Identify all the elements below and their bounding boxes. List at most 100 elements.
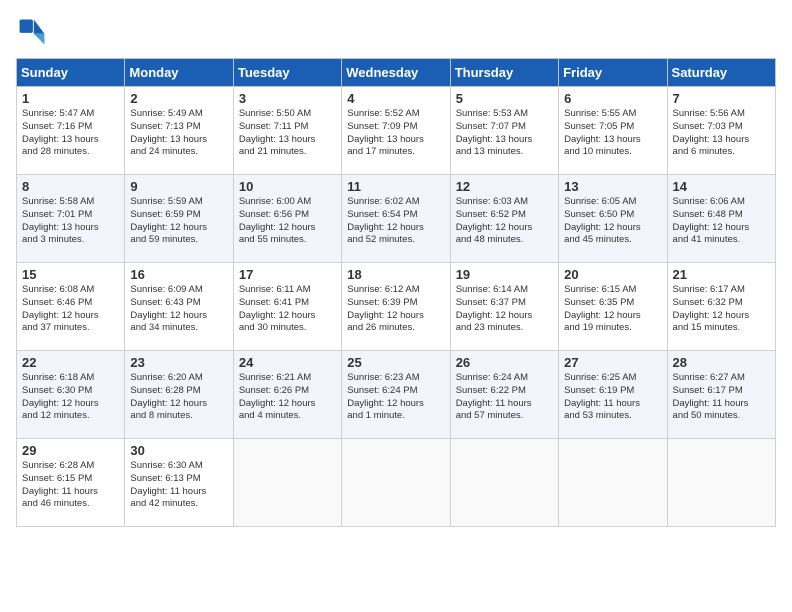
- cell-daylight-info: Sunrise: 6:15 AMSunset: 6:35 PMDaylight:…: [564, 284, 661, 335]
- cell-daylight-info: Sunrise: 6:17 AMSunset: 6:32 PMDaylight:…: [673, 284, 770, 335]
- day-number: 10: [239, 179, 336, 194]
- calendar-cell: 7 Sunrise: 5:56 AMSunset: 7:03 PMDaylight…: [667, 87, 775, 175]
- calendar-cell: 1 Sunrise: 5:47 AMSunset: 7:16 PMDaylight…: [17, 87, 125, 175]
- calendar-week-4: 29 Sunrise: 6:28 AMSunset: 6:15 PMDayligh…: [17, 439, 776, 527]
- cell-daylight-info: Sunrise: 6:05 AMSunset: 6:50 PMDaylight:…: [564, 196, 661, 247]
- cell-daylight-info: Sunrise: 6:23 AMSunset: 6:24 PMDaylight:…: [347, 372, 444, 423]
- day-number: 20: [564, 267, 661, 282]
- calendar-cell: 17 Sunrise: 6:11 AMSunset: 6:41 PMDayligh…: [233, 263, 341, 351]
- cell-daylight-info: Sunrise: 6:00 AMSunset: 6:56 PMDaylight:…: [239, 196, 336, 247]
- day-number: 8: [22, 179, 119, 194]
- day-number: 27: [564, 355, 661, 370]
- calendar-cell: 6 Sunrise: 5:55 AMSunset: 7:05 PMDaylight…: [559, 87, 667, 175]
- day-number: 2: [130, 91, 227, 106]
- cell-daylight-info: Sunrise: 5:47 AMSunset: 7:16 PMDaylight:…: [22, 108, 119, 159]
- cell-daylight-info: Sunrise: 6:21 AMSunset: 6:26 PMDaylight:…: [239, 372, 336, 423]
- day-header-wednesday: Wednesday: [342, 59, 450, 87]
- day-number: 5: [456, 91, 553, 106]
- day-number: 12: [456, 179, 553, 194]
- calendar-cell: 21 Sunrise: 6:17 AMSunset: 6:32 PMDayligh…: [667, 263, 775, 351]
- calendar-cell: [450, 439, 558, 527]
- day-number: 19: [456, 267, 553, 282]
- day-number: 6: [564, 91, 661, 106]
- calendar-cell: [667, 439, 775, 527]
- day-number: 4: [347, 91, 444, 106]
- calendar-cell: 27 Sunrise: 6:25 AMSunset: 6:19 PMDayligh…: [559, 351, 667, 439]
- day-header-saturday: Saturday: [667, 59, 775, 87]
- logo: [16, 16, 52, 48]
- calendar-cell: 3 Sunrise: 5:50 AMSunset: 7:11 PMDaylight…: [233, 87, 341, 175]
- day-number: 30: [130, 443, 227, 458]
- calendar-cell: 4 Sunrise: 5:52 AMSunset: 7:09 PMDaylight…: [342, 87, 450, 175]
- cell-daylight-info: Sunrise: 6:11 AMSunset: 6:41 PMDaylight:…: [239, 284, 336, 335]
- cell-daylight-info: Sunrise: 6:28 AMSunset: 6:15 PMDaylight:…: [22, 460, 119, 511]
- logo-icon: [16, 16, 48, 48]
- calendar-cell: 2 Sunrise: 5:49 AMSunset: 7:13 PMDaylight…: [125, 87, 233, 175]
- calendar-body: 1 Sunrise: 5:47 AMSunset: 7:16 PMDaylight…: [17, 87, 776, 527]
- calendar-header-row: SundayMondayTuesdayWednesdayThursdayFrid…: [17, 59, 776, 87]
- day-header-sunday: Sunday: [17, 59, 125, 87]
- day-number: 1: [22, 91, 119, 106]
- cell-daylight-info: Sunrise: 6:12 AMSunset: 6:39 PMDaylight:…: [347, 284, 444, 335]
- calendar-cell: 5 Sunrise: 5:53 AMSunset: 7:07 PMDaylight…: [450, 87, 558, 175]
- day-number: 26: [456, 355, 553, 370]
- day-number: 29: [22, 443, 119, 458]
- day-number: 28: [673, 355, 770, 370]
- cell-daylight-info: Sunrise: 5:59 AMSunset: 6:59 PMDaylight:…: [130, 196, 227, 247]
- calendar-cell: 10 Sunrise: 6:00 AMSunset: 6:56 PMDayligh…: [233, 175, 341, 263]
- cell-daylight-info: Sunrise: 6:14 AMSunset: 6:37 PMDaylight:…: [456, 284, 553, 335]
- day-number: 21: [673, 267, 770, 282]
- day-number: 14: [673, 179, 770, 194]
- calendar-cell: 16 Sunrise: 6:09 AMSunset: 6:43 PMDayligh…: [125, 263, 233, 351]
- calendar-cell: 22Sunrise: 6:18 AMSunset: 6:30 PMDayligh…: [17, 351, 125, 439]
- cell-daylight-info: Sunrise: 5:50 AMSunset: 7:11 PMDaylight:…: [239, 108, 336, 159]
- calendar-cell: 8 Sunrise: 5:58 AMSunset: 7:01 PMDaylight…: [17, 175, 125, 263]
- day-number: 7: [673, 91, 770, 106]
- cell-daylight-info: Sunrise: 5:53 AMSunset: 7:07 PMDaylight:…: [456, 108, 553, 159]
- calendar-cell: 24 Sunrise: 6:21 AMSunset: 6:26 PMDayligh…: [233, 351, 341, 439]
- calendar-cell: 26 Sunrise: 6:24 AMSunset: 6:22 PMDayligh…: [450, 351, 558, 439]
- cell-daylight-info: Sunrise: 5:58 AMSunset: 7:01 PMDaylight:…: [22, 196, 119, 247]
- day-number: 16: [130, 267, 227, 282]
- calendar-cell: 12 Sunrise: 6:03 AMSunset: 6:52 PMDayligh…: [450, 175, 558, 263]
- day-number: 23: [130, 355, 227, 370]
- cell-daylight-info: Sunrise: 6:02 AMSunset: 6:54 PMDaylight:…: [347, 196, 444, 247]
- cell-daylight-info: Sunrise: 5:55 AMSunset: 7:05 PMDaylight:…: [564, 108, 661, 159]
- calendar-cell: 19 Sunrise: 6:14 AMSunset: 6:37 PMDayligh…: [450, 263, 558, 351]
- calendar-cell: 11Sunrise: 6:02 AMSunset: 6:54 PMDayligh…: [342, 175, 450, 263]
- day-number: 24: [239, 355, 336, 370]
- calendar-cell: 15 Sunrise: 6:08 AMSunset: 6:46 PMDayligh…: [17, 263, 125, 351]
- calendar-week-3: 22Sunrise: 6:18 AMSunset: 6:30 PMDayligh…: [17, 351, 776, 439]
- cell-daylight-info: Sunrise: 6:09 AMSunset: 6:43 PMDaylight:…: [130, 284, 227, 335]
- calendar-cell: 9Sunrise: 5:59 AMSunset: 6:59 PMDaylight…: [125, 175, 233, 263]
- calendar-cell: [233, 439, 341, 527]
- calendar-cell: 28Sunrise: 6:27 AMSunset: 6:17 PMDayligh…: [667, 351, 775, 439]
- calendar-cell: 18 Sunrise: 6:12 AMSunset: 6:39 PMDayligh…: [342, 263, 450, 351]
- day-number: 15: [22, 267, 119, 282]
- calendar-cell: 13 Sunrise: 6:05 AMSunset: 6:50 PMDayligh…: [559, 175, 667, 263]
- day-number: 3: [239, 91, 336, 106]
- cell-daylight-info: Sunrise: 6:08 AMSunset: 6:46 PMDaylight:…: [22, 284, 119, 335]
- page-header: [16, 16, 776, 48]
- day-number: 18: [347, 267, 444, 282]
- cell-daylight-info: Sunrise: 5:56 AMSunset: 7:03 PMDaylight:…: [673, 108, 770, 159]
- calendar-week-2: 15 Sunrise: 6:08 AMSunset: 6:46 PMDayligh…: [17, 263, 776, 351]
- calendar-week-1: 8 Sunrise: 5:58 AMSunset: 7:01 PMDaylight…: [17, 175, 776, 263]
- calendar-cell: 14 Sunrise: 6:06 AMSunset: 6:48 PMDayligh…: [667, 175, 775, 263]
- calendar-week-0: 1 Sunrise: 5:47 AMSunset: 7:16 PMDaylight…: [17, 87, 776, 175]
- cell-daylight-info: Sunrise: 6:20 AMSunset: 6:28 PMDaylight:…: [130, 372, 227, 423]
- cell-daylight-info: Sunrise: 6:24 AMSunset: 6:22 PMDaylight:…: [456, 372, 553, 423]
- calendar-cell: 25 Sunrise: 6:23 AMSunset: 6:24 PMDayligh…: [342, 351, 450, 439]
- day-number: 17: [239, 267, 336, 282]
- cell-daylight-info: Sunrise: 6:03 AMSunset: 6:52 PMDaylight:…: [456, 196, 553, 247]
- cell-daylight-info: Sunrise: 5:49 AMSunset: 7:13 PMDaylight:…: [130, 108, 227, 159]
- cell-daylight-info: Sunrise: 6:06 AMSunset: 6:48 PMDaylight:…: [673, 196, 770, 247]
- day-number: 13: [564, 179, 661, 194]
- calendar-cell: 20 Sunrise: 6:15 AMSunset: 6:35 PMDayligh…: [559, 263, 667, 351]
- calendar-table: SundayMondayTuesdayWednesdayThursdayFrid…: [16, 58, 776, 527]
- day-number: 25: [347, 355, 444, 370]
- day-header-tuesday: Tuesday: [233, 59, 341, 87]
- cell-daylight-info: Sunrise: 5:52 AMSunset: 7:09 PMDaylight:…: [347, 108, 444, 159]
- cell-daylight-info: Sunrise: 6:25 AMSunset: 6:19 PMDaylight:…: [564, 372, 661, 423]
- calendar-cell: [342, 439, 450, 527]
